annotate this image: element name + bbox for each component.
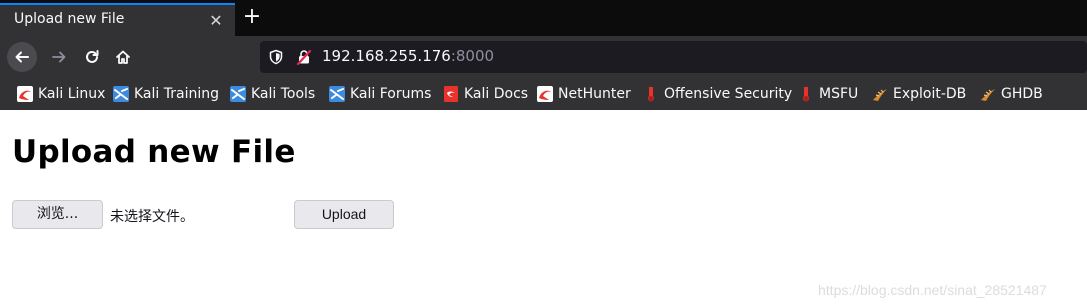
bookmark-label: Offensive Security	[664, 86, 793, 102]
bookmark-label: Kali Training	[134, 86, 219, 102]
bookmark-label: GHDB	[1001, 86, 1043, 102]
bookmarks-toolbar: Kali Linux Kali Training Kali Tools Kali…	[0, 78, 1087, 110]
tab-upload-new-file[interactable]: Upload new File ✕	[0, 3, 235, 36]
bookmark-label: Kali Docs	[464, 86, 529, 102]
bookmark-ghdb[interactable]: GHDB	[980, 85, 1043, 103]
bookmark-label: Kali Linux	[38, 86, 106, 102]
bookmark-label: MSFU	[819, 86, 859, 102]
kali-dragon-icon	[17, 86, 33, 102]
bookmark-label: Kali Forums	[350, 86, 432, 102]
back-arrow-icon	[15, 51, 29, 63]
bookmark-kali-training[interactable]: Kali Training	[113, 85, 219, 103]
home-icon	[116, 50, 130, 64]
bookmark-exploit-db[interactable]: Exploit-DB	[872, 85, 966, 103]
msfu-icon	[803, 87, 809, 102]
nethunter-icon	[537, 86, 553, 102]
file-status-text: 未选择文件。	[110, 209, 194, 225]
new-tab-icon[interactable]: +	[241, 6, 263, 28]
bookmark-label: Kali Tools	[251, 86, 316, 102]
insecure-lock-icon[interactable]	[296, 49, 312, 65]
url-host: 192.168.255.176	[322, 47, 451, 65]
kali-tools-icon	[230, 86, 246, 102]
navigation-toolbar: 192.168.255.176:8000	[0, 36, 1087, 78]
ghdb-icon	[981, 89, 995, 101]
home-button[interactable]	[108, 42, 138, 72]
url-bar[interactable]: 192.168.255.176:8000	[260, 41, 1087, 73]
upload-button[interactable]: Upload	[294, 200, 394, 229]
kali-docs-icon	[444, 86, 458, 102]
bookmark-kali-docs[interactable]: Kali Docs	[443, 85, 528, 103]
kali-training-icon	[113, 86, 129, 102]
bookmark-label: NetHunter	[558, 86, 631, 102]
offsec-icon	[648, 87, 654, 102]
close-tab-icon[interactable]: ✕	[206, 11, 226, 31]
kali-forums-icon	[329, 86, 345, 102]
tab-title: Upload new File	[14, 11, 125, 27]
bookmark-kali-linux[interactable]: Kali Linux	[17, 85, 105, 103]
exploit-db-icon	[873, 89, 887, 101]
url-text[interactable]: 192.168.255.176:8000	[322, 47, 494, 65]
bookmark-kali-forums[interactable]: Kali Forums	[329, 85, 431, 103]
bookmark-kali-tools[interactable]: Kali Tools	[230, 85, 315, 103]
bookmark-nethunter[interactable]: NetHunter	[537, 85, 631, 103]
watermark-text: https://blog.csdn.net/sinat_28521487	[818, 282, 1047, 298]
page-title: Upload new File	[12, 134, 296, 170]
tracking-shield-icon[interactable]	[268, 49, 284, 65]
browse-file-button[interactable]: 浏览...	[12, 200, 103, 229]
reload-button[interactable]	[77, 42, 107, 72]
page-content: Upload new File 浏览... 未选择文件。 Upload http…	[0, 110, 1087, 307]
bookmark-msfu[interactable]: MSFU	[798, 85, 858, 103]
bookmark-offensive-security[interactable]: Offensive Security	[643, 85, 792, 103]
forward-arrow-icon	[52, 51, 66, 63]
back-button[interactable]	[7, 42, 37, 72]
bookmark-label: Exploit-DB	[893, 86, 967, 102]
url-port: :8000	[450, 47, 495, 65]
tab-strip: Upload new File ✕ +	[0, 0, 1087, 36]
reload-icon	[86, 50, 99, 63]
forward-button[interactable]	[44, 42, 74, 72]
